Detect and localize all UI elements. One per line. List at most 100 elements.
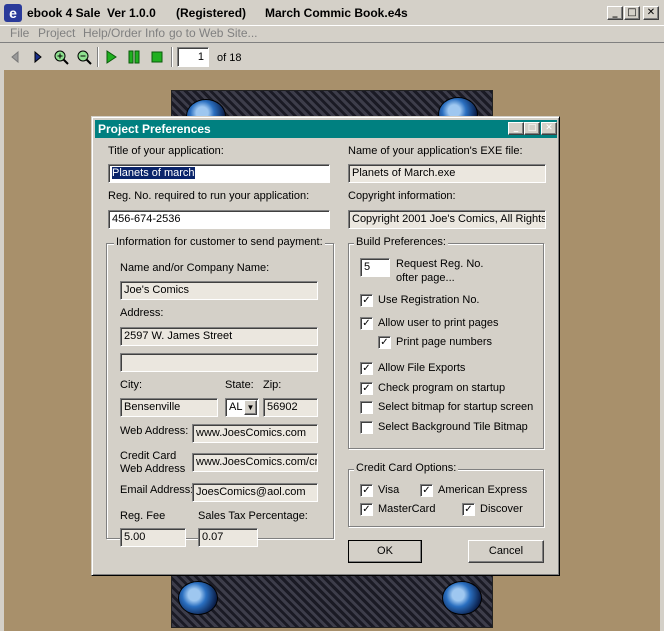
allow-print-label: Allow user to print pages — [378, 317, 499, 329]
pause-button[interactable] — [124, 47, 144, 67]
visa-checkbox[interactable]: ✓ — [360, 484, 373, 497]
request-reg-label-line1: Request Reg. No. — [396, 258, 484, 270]
address-label: Address: — [120, 307, 164, 319]
dialog-title: Project Preferences — [98, 122, 211, 136]
reg-fee-label: Reg. Fee — [120, 510, 166, 522]
zip-input[interactable]: 56902 — [263, 398, 318, 417]
visa-label: Visa — [378, 484, 400, 496]
state-label: State: — [225, 379, 254, 391]
decorative-orb-icon — [442, 581, 482, 615]
background-tile-label: Select Background Tile Bitmap — [378, 421, 528, 433]
sales-tax-label: Sales Tax Percentage: — [198, 510, 308, 522]
menu-bar: File Project Help/Order Info go to Web S… — [0, 24, 664, 42]
company-name-input[interactable]: Joe's Comics — [120, 281, 318, 300]
zip-label: Zip: — [263, 379, 282, 391]
address-line2-input[interactable] — [120, 353, 318, 372]
ok-button[interactable]: OK — [348, 540, 422, 563]
request-page-input[interactable]: 5 — [360, 258, 390, 277]
web-address-input[interactable]: www.JoesComics.com — [192, 424, 318, 443]
email-input[interactable]: JoesComics@aol.com — [192, 483, 318, 502]
email-label: Email Address: — [120, 484, 194, 496]
use-registration-label: Use Registration No. — [378, 294, 480, 306]
project-preferences-dialog: Project Preferences _ □ ✕ Title of your … — [91, 116, 560, 576]
app-title-input[interactable]: Planets of march — [108, 164, 330, 183]
amex-label: American Express — [438, 484, 528, 496]
document-name: March Commic Book.e4s — [265, 6, 408, 20]
payment-info-group-label: Information for customer to send payment… — [114, 236, 325, 248]
amex-checkbox[interactable]: ✓ — [420, 484, 433, 497]
menu-go-to-web-site[interactable]: go to Web Site... — [169, 26, 258, 40]
reg-fee-input[interactable]: 5.00 — [120, 528, 186, 547]
cancel-button[interactable]: Cancel — [468, 540, 544, 563]
discover-checkbox[interactable]: ✓ — [462, 503, 475, 516]
credit-card-options-group-label: Credit Card Options: — [354, 462, 459, 474]
dialog-title-bar: Project Preferences _ □ ✕ — [95, 120, 557, 138]
stop-icon — [151, 51, 163, 63]
dialog-minimize-button[interactable]: _ — [508, 122, 524, 135]
mastercard-checkbox[interactable]: ✓ — [360, 503, 373, 516]
allow-exports-checkbox[interactable]: ✓ — [360, 362, 373, 375]
cc-web-address-label-line1: Credit Card — [120, 450, 177, 462]
reg-no-label: Reg. No. required to run your applicatio… — [108, 190, 310, 202]
reg-no-input[interactable]: 456-674-2536 — [108, 210, 330, 229]
cc-web-address-input[interactable]: www.JoesComics.com/cr — [192, 453, 318, 472]
print-page-numbers-label: Print page numbers — [396, 336, 492, 348]
copyright-label: Copyright information: — [348, 190, 456, 202]
zoom-in-icon — [54, 50, 69, 65]
company-name-label: Name and/or Company Name: — [120, 262, 270, 274]
sales-tax-input[interactable]: 0.07 — [198, 528, 258, 547]
next-page-button[interactable] — [28, 47, 48, 67]
previous-page-button[interactable] — [5, 47, 25, 67]
minimize-button[interactable]: _ — [607, 6, 623, 20]
app-title-label: Title of your application: — [108, 145, 224, 157]
menu-file[interactable]: File — [10, 26, 29, 40]
mastercard-label: MasterCard — [378, 503, 436, 515]
startup-bitmap-label: Select bitmap for startup screen — [378, 401, 534, 413]
state-select-value: AL — [229, 401, 243, 413]
state-select[interactable]: AL ▼ — [225, 398, 259, 417]
menu-help-order-info[interactable]: Help/Order Info — [83, 26, 165, 40]
play-button[interactable] — [101, 47, 121, 67]
discover-label: Discover — [480, 503, 523, 515]
arrow-right-icon — [34, 50, 42, 64]
play-icon — [106, 50, 117, 64]
check-startup-checkbox[interactable]: ✓ — [360, 382, 373, 395]
dropdown-arrow-icon[interactable]: ▼ — [244, 400, 257, 415]
page-number-input[interactable]: 1 — [177, 47, 209, 67]
exe-name-input[interactable]: Planets of March.exe — [348, 164, 546, 183]
decorative-orb-icon — [178, 581, 218, 615]
app-title-bar: e ebook 4 Sale Ver 1.0.0 (Registered) Ma… — [0, 0, 664, 26]
registration-status: (Registered) — [176, 6, 247, 20]
pause-icon — [128, 50, 140, 64]
city-input[interactable]: Bensenville — [120, 398, 218, 417]
zoom-out-icon — [77, 50, 92, 65]
stop-button[interactable] — [147, 47, 167, 67]
toolbar: 1 of 18 — [0, 42, 664, 70]
dialog-close-button[interactable]: ✕ — [541, 122, 557, 135]
toolbar-separator — [97, 47, 99, 67]
request-reg-label-line2: ofter page... — [396, 272, 455, 284]
exe-name-label: Name of your application's EXE file: — [348, 145, 523, 157]
close-button[interactable]: ✕ — [643, 6, 659, 20]
city-label: City: — [120, 379, 142, 391]
startup-bitmap-checkbox[interactable] — [360, 401, 373, 414]
background-tile-checkbox[interactable] — [360, 421, 373, 434]
dialog-maximize-button[interactable]: □ — [524, 122, 540, 135]
zoom-in-button[interactable] — [51, 47, 71, 67]
page-count-label: of 18 — [217, 52, 242, 64]
print-page-numbers-checkbox[interactable]: ✓ — [378, 336, 391, 349]
use-registration-checkbox[interactable]: ✓ — [360, 294, 373, 307]
allow-print-checkbox[interactable]: ✓ — [360, 317, 373, 330]
address-line1-input[interactable]: 2597 W. James Street — [120, 327, 318, 346]
check-startup-label: Check program on startup — [378, 382, 506, 394]
web-address-label: Web Address: — [120, 425, 189, 437]
toolbar-separator — [171, 47, 173, 67]
app-title-value: Planets of march — [112, 167, 195, 179]
zoom-out-button[interactable] — [74, 47, 94, 67]
menu-project[interactable]: Project — [38, 26, 75, 40]
arrow-left-icon — [11, 50, 19, 64]
cc-web-address-label-line2: Web Address — [120, 463, 186, 475]
build-preferences-group-label: Build Preferences: — [354, 236, 448, 248]
maximize-button[interactable]: □ — [624, 6, 640, 20]
copyright-input[interactable]: Copyright 2001 Joe's Comics, All Rights — [348, 210, 546, 229]
